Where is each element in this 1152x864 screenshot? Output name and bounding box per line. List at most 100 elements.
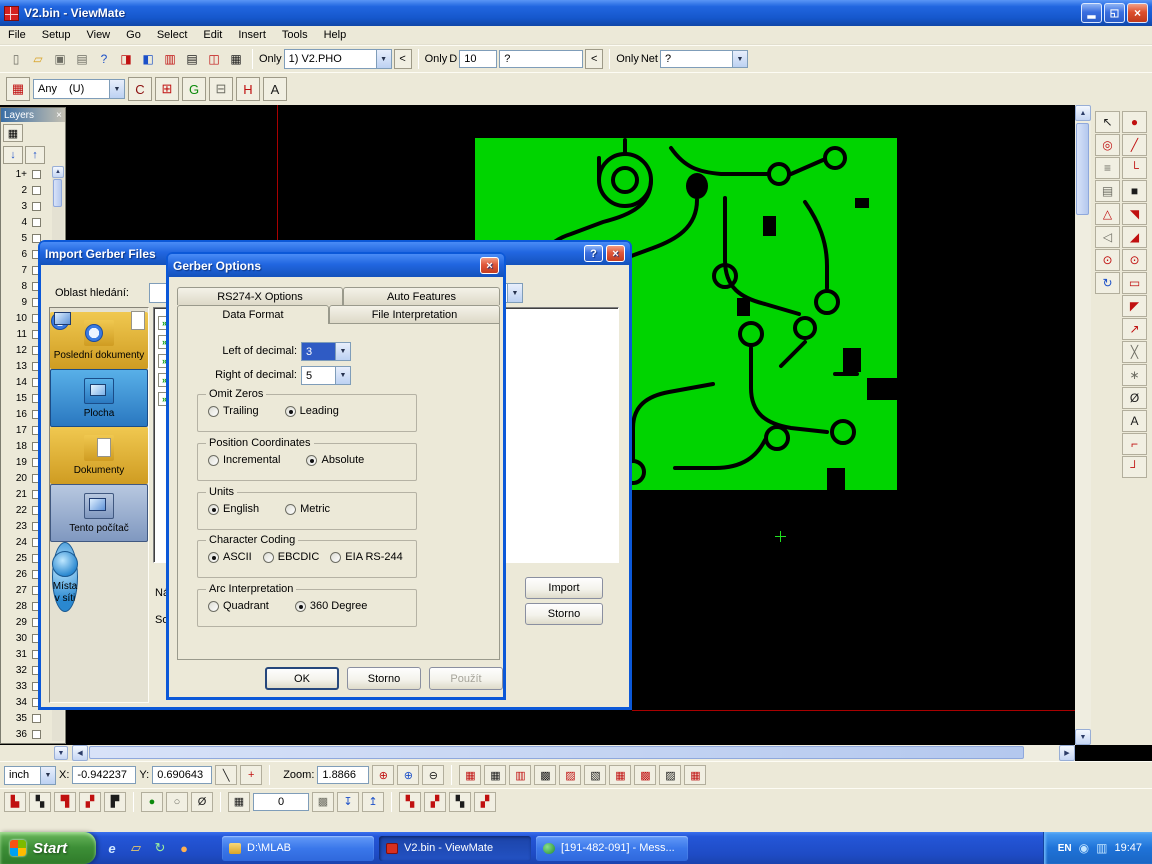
display-mode-icon[interactable]: ▦ <box>484 765 506 785</box>
horizontal-scrollbar-thumb[interactable] <box>89 746 1024 759</box>
close-button[interactable]: × <box>1127 3 1148 23</box>
only-dcode-label[interactable]: Only <box>425 53 448 65</box>
ok-button[interactable]: OK <box>265 667 339 690</box>
my-computer-icon[interactable]: Tento počítač <box>50 484 148 543</box>
layer-row[interactable]: 2 <box>1 182 53 198</box>
layer-row[interactable]: 35 <box>1 710 53 726</box>
display-mode-icon[interactable]: ▥ <box>509 765 531 785</box>
layer-color-swatch[interactable] <box>32 730 41 739</box>
highlight-on-icon[interactable]: ● <box>141 792 163 812</box>
dcode-input[interactable]: 10 <box>459 50 497 68</box>
menu-item[interactable]: File <box>0 26 34 44</box>
menu-item[interactable]: Select <box>149 26 196 44</box>
minimize-button[interactable]: ▂ <box>1081 3 1102 23</box>
documents-icon[interactable]: Dokumenty <box>50 427 148 484</box>
pattern-icon[interactable]: ▞ <box>79 792 101 812</box>
cancel-button[interactable]: Storno <box>525 603 603 625</box>
display-mode-icon[interactable]: ▨ <box>659 765 681 785</box>
tab-file-interpretation[interactable]: File Interpretation <box>329 305 500 323</box>
file-select-combo[interactable]: 1) V2.PHO ▼ <box>284 49 392 69</box>
display-mode-icon[interactable]: ▦ <box>684 765 706 785</box>
origin-marker-icon[interactable]: + <box>240 765 262 785</box>
triangle-pad-tool-icon[interactable]: ◢ <box>1122 226 1147 248</box>
pattern-icon[interactable]: ▛ <box>104 792 126 812</box>
close-icon[interactable]: × <box>56 110 62 121</box>
aperture-filter-combo[interactable]: Any(U) ▼ <box>33 79 125 99</box>
diameter-tool-icon[interactable]: Ø <box>1122 387 1147 409</box>
pad-tool-icon[interactable]: ● <box>1122 111 1147 133</box>
scroll-up-icon[interactable]: ▲ <box>1075 105 1091 121</box>
units-combo[interactable]: inch ▼ <box>4 766 56 785</box>
corner2-tool-icon[interactable]: ┘ <box>1122 456 1147 478</box>
circle-off-icon[interactable]: ○ <box>166 792 188 812</box>
radio-option[interactable]: Metric <box>285 503 330 515</box>
save-file-icon[interactable]: ▣ <box>50 48 70 70</box>
print-icon[interactable]: ▤ <box>72 48 92 70</box>
aperture-target-icon[interactable]: ⊞ <box>155 77 179 101</box>
square-pad-tool-icon[interactable]: ■ <box>1122 180 1147 202</box>
layer-row[interactable]: 1+ <box>1 166 53 182</box>
chevron-down-icon[interactable]: ▼ <box>335 367 350 384</box>
highlight-tool-icon[interactable]: ◧ <box>138 48 158 70</box>
layer-color-swatch[interactable] <box>32 186 41 195</box>
radio-option[interactable]: Leading <box>285 405 339 417</box>
explorer-icon[interactable]: ▱ <box>126 837 146 859</box>
menu-item[interactable]: Tools <box>274 26 316 44</box>
open-file-icon[interactable]: ▱ <box>28 48 48 70</box>
radio-option[interactable]: Incremental <box>208 454 280 466</box>
import-button[interactable]: Import <box>525 577 603 599</box>
menu-item[interactable]: Insert <box>230 26 274 44</box>
scroll-up-icon[interactable]: ▲ <box>52 166 64 178</box>
probe-icon[interactable]: Ø <box>191 792 213 812</box>
tab-data-format[interactable]: Data Format <box>177 305 329 324</box>
close-icon[interactable]: × <box>606 245 625 262</box>
menu-item[interactable]: Setup <box>34 26 79 44</box>
dcode-query-input[interactable]: ? <box>499 50 583 68</box>
zoom-out-icon[interactable]: ⊖ <box>422 765 444 785</box>
radio-option[interactable]: 360 Degree <box>295 600 368 612</box>
aperture-grid-icon[interactable]: ⊟ <box>209 77 233 101</box>
display-mode-icon[interactable]: ▨ <box>559 765 581 785</box>
thermal-tool-icon[interactable]: ⊙ <box>1122 249 1147 271</box>
zoom-window-icon[interactable]: ⊕ <box>397 765 419 785</box>
menu-item[interactable]: Help <box>316 26 355 44</box>
tab-auto-features[interactable]: Auto Features <box>343 287 500 305</box>
display-mode-icon[interactable]: ▩ <box>534 765 556 785</box>
radio-option[interactable]: Absolute <box>306 454 364 466</box>
vertical-scrollbar-thumb[interactable] <box>1076 123 1089 215</box>
radio-option[interactable]: EIA RS-244 <box>330 551 402 563</box>
chevron-down-icon[interactable]: ▼ <box>40 767 55 784</box>
radio-option[interactable]: Trailing <box>208 405 259 417</box>
dot-grid-icon[interactable]: ▩ <box>312 792 334 812</box>
pattern-icon[interactable]: ▚ <box>449 792 471 812</box>
previous-dcode-button[interactable]: < <box>585 49 603 69</box>
media-player-icon[interactable]: ↻ <box>150 837 170 859</box>
radio-option[interactable]: English <box>208 503 259 515</box>
grid-display-icon[interactable]: ▦ <box>228 792 250 812</box>
taskbar-window-button[interactable]: D:\MLAB <box>222 836 374 861</box>
internet-explorer-icon[interactable]: e <box>102 837 122 859</box>
browser-icon[interactable]: ● <box>174 837 194 859</box>
chevron-down-icon[interactable]: ▼ <box>335 343 350 360</box>
close-icon[interactable]: × <box>480 257 499 274</box>
pattern-icon[interactable]: ▞ <box>424 792 446 812</box>
target-tool-icon[interactable]: ⊙ <box>1095 249 1120 271</box>
scroll-down-icon[interactable]: ▼ <box>1075 729 1091 745</box>
horizontal-scrollbar[interactable]: ◀ ▶ <box>72 745 1075 761</box>
layer-color-swatch[interactable] <box>32 170 41 179</box>
pattern-icon[interactable]: ▜ <box>54 792 76 812</box>
y-coordinate-field[interactable]: 0.690643 <box>152 766 212 784</box>
display-mode-icon[interactable]: ▦ <box>609 765 631 785</box>
context-help-icon[interactable]: ? <box>94 48 114 70</box>
anchor-up-icon[interactable]: ↥ <box>362 792 384 812</box>
tab-rs274x-options[interactable]: RS274-X Options <box>177 287 343 305</box>
taskbar-window-button[interactable]: V2.bin - ViewMate <box>379 836 531 861</box>
highlight-dcode-icon[interactable]: ◨ <box>116 48 136 70</box>
layer-down-icon[interactable]: ↓ <box>3 146 23 164</box>
chevron-down-icon[interactable]: ▼ <box>109 80 124 98</box>
pattern-icon[interactable]: ▞ <box>474 792 496 812</box>
select-tool-icon[interactable]: ▤ <box>182 48 202 70</box>
anchor-down-icon[interactable]: ↧ <box>337 792 359 812</box>
select-dcode-icon[interactable]: ▥ <box>160 48 180 70</box>
select-tool-icon[interactable]: ↖ <box>1095 111 1120 133</box>
